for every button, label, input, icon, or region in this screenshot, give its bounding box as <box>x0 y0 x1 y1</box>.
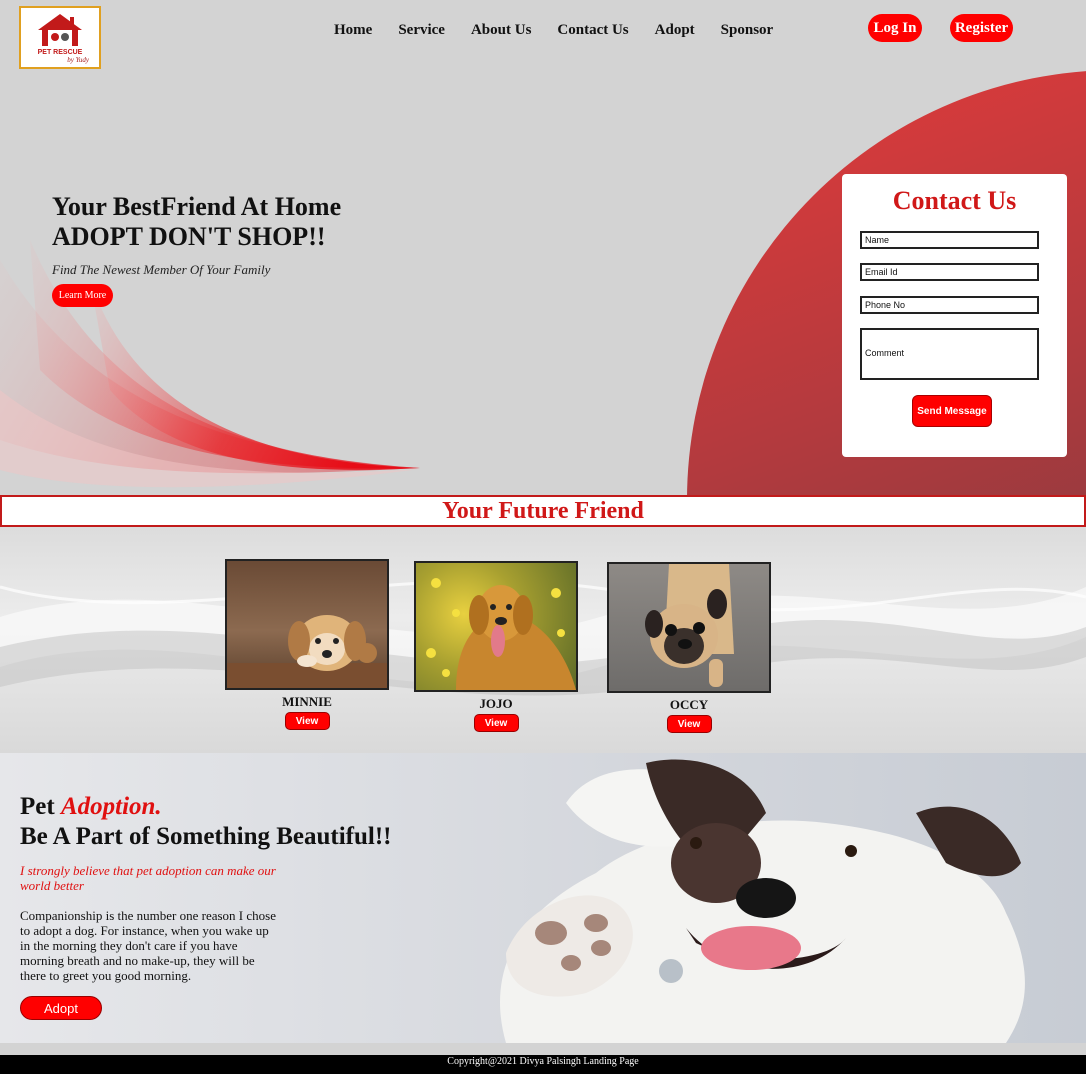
pug-illustration <box>645 564 734 687</box>
pet-card-occy: OCCY View <box>607 562 771 733</box>
contact-form-card: Contact Us Send Message <box>842 174 1067 457</box>
adoption-section: Pet Adoption. Be A Part of Something Bea… <box>0 753 1086 1043</box>
adopt-button[interactable]: Adopt <box>20 996 102 1020</box>
email-input[interactable] <box>860 263 1039 281</box>
view-minnie-button[interactable]: View <box>284 712 330 730</box>
adoption-quote: I strongly believe that pet adoption can… <box>20 863 276 893</box>
login-button[interactable]: Log In <box>868 14 922 42</box>
adoption-body-text: Companionship is the number one reason I… <box>20 908 276 983</box>
pet-card-minnie: MINNIE View <box>225 559 389 730</box>
pet-name-minnie: MINNIE <box>282 694 332 709</box>
waving-dog-illustration <box>500 759 1025 1043</box>
footer-copyright: Copyright@2021 Divya Palsingh Landing Pa… <box>0 1055 1086 1074</box>
hero-title-line2: ADOPT DON'T SHOP!! <box>52 222 326 251</box>
pet-name-occy: OCCY <box>669 697 709 712</box>
adoption-heading-plain: Pet <box>20 793 55 820</box>
register-button[interactable]: Register <box>950 14 1013 42</box>
pet-card-jojo: JOJO View <box>414 561 578 732</box>
send-message-button[interactable]: Send Message <box>912 395 992 427</box>
puppy-illustration <box>227 615 387 688</box>
nav-service[interactable]: Service <box>398 22 445 39</box>
adoption-heading-accent: Adoption. <box>60 793 162 820</box>
pet-photo-occy <box>607 562 771 693</box>
logo-title: PET RESCUE <box>37 48 83 56</box>
learn-more-button[interactable]: Learn More <box>52 284 113 307</box>
view-jojo-button[interactable]: View <box>473 714 519 732</box>
nav-about-us[interactable]: About Us <box>471 22 531 39</box>
main-nav: Home Service About Us Contact Us Adopt S… <box>334 22 799 39</box>
hero-subtitle: Find The Newest Member Of Your Family <box>52 262 271 277</box>
logo-subtitle: by Yudy <box>67 55 89 64</box>
future-friend-title: Your Future Friend <box>0 495 1086 527</box>
phone-input[interactable] <box>860 296 1039 314</box>
logo[interactable]: PET RESCUE by Yudy <box>19 6 101 69</box>
pet-photo-jojo <box>414 561 578 692</box>
adoption-subheading: Be A Part of Something Beautiful!! <box>20 823 392 850</box>
name-input[interactable] <box>860 231 1039 249</box>
golden-retriever-illustration <box>426 578 576 690</box>
comment-textarea[interactable] <box>860 328 1039 380</box>
hero-red-swoosh <box>0 240 420 488</box>
house-pet-logo-icon <box>38 13 82 46</box>
nav-home[interactable]: Home <box>334 22 372 39</box>
nav-adopt[interactable]: Adopt <box>655 22 695 39</box>
view-occy-button[interactable]: View <box>666 715 712 733</box>
pet-photo-minnie <box>225 559 389 690</box>
adoption-heading: Pet Adoption. <box>20 793 162 821</box>
future-friend-section: MINNIE View JOJO View OCCY View <box>0 527 1086 753</box>
nav-contact-us[interactable]: Contact Us <box>557 22 628 39</box>
nav-sponsor[interactable]: Sponsor <box>721 22 774 39</box>
pet-name-jojo: JOJO <box>479 696 513 711</box>
hero-title: Your BestFriend At Home ADOPT DON'T SHOP… <box>52 192 341 252</box>
contact-title: Contact Us <box>892 186 1017 215</box>
hero-title-line1: Your BestFriend At Home <box>52 192 342 221</box>
page: PET RESCUE by Yudy Home Service About Us… <box>0 0 1086 1074</box>
